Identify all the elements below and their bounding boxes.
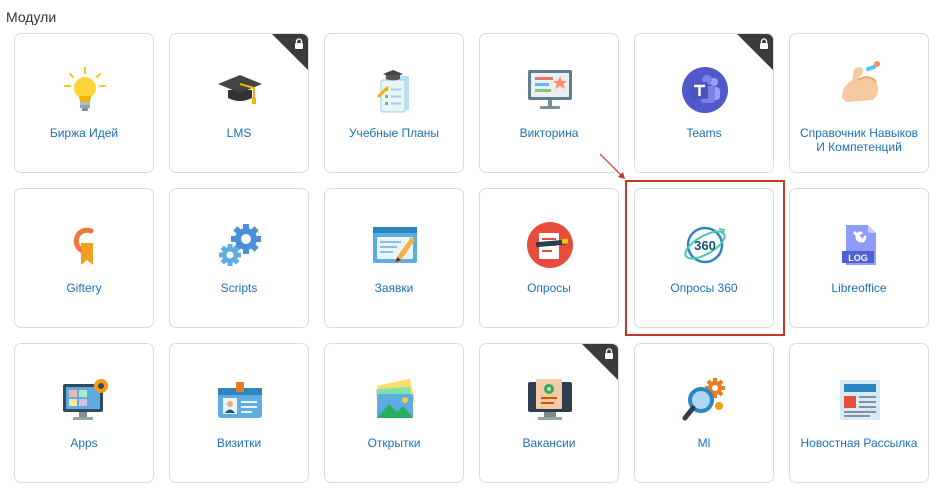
module-label: Опросы [527, 281, 571, 295]
module-label: Заявки [374, 281, 414, 295]
business-card-icon [216, 376, 264, 424]
module-label: Teams [686, 126, 722, 140]
module-tile-vacancies[interactable]: Вакансии [479, 343, 619, 483]
module-label: Libreoffice [831, 281, 887, 295]
section-title: Модули [6, 9, 57, 25]
lock-icon [605, 348, 613, 359]
module-label: Вакансии [522, 436, 576, 450]
gears-icon [216, 221, 264, 269]
module-label: Справочник Навыков И Компетенций [799, 126, 919, 154]
ml-search-icon [681, 376, 729, 424]
module-label: Giftery [66, 281, 102, 295]
lock-icon [295, 38, 303, 49]
svg-text:360: 360 [694, 238, 716, 253]
application-form-icon [371, 221, 419, 269]
study-plan-icon [371, 66, 419, 114]
graduation-cap-icon [216, 66, 264, 114]
module-tile-scripts[interactable]: Scripts [169, 188, 309, 328]
vacancies-icon [526, 376, 574, 424]
module-tile-ml[interactable]: Ml [634, 343, 774, 483]
newsletter-icon [836, 376, 884, 424]
teams-icon [681, 66, 729, 114]
skills-muscle-icon [836, 58, 884, 106]
apps-monitor-icon [61, 376, 109, 424]
module-tile-idea-exchange[interactable]: Биржа Идей [14, 33, 154, 173]
module-tile-lms[interactable]: LMS [169, 33, 309, 173]
module-label: LMS [226, 126, 252, 140]
module-tile-surveys-360[interactable]: 360 Опросы 360 [634, 188, 774, 328]
lightbulb-icon [61, 66, 109, 114]
module-label: Викторина [519, 126, 579, 140]
module-label: Опросы 360 [670, 281, 738, 295]
log-file-icon: LOG [836, 221, 884, 269]
module-tile-apps[interactable]: Apps [14, 343, 154, 483]
module-tile-newsletter[interactable]: Новостная Рассылка [789, 343, 929, 483]
lock-icon [760, 38, 768, 49]
lock-badge [737, 34, 773, 70]
module-label: Визитки [216, 436, 262, 450]
module-label: Новостная Рассылка [800, 436, 918, 450]
module-tile-teams[interactable]: Teams [634, 33, 774, 173]
postcards-icon [371, 376, 419, 424]
module-tile-surveys[interactable]: Опросы [479, 188, 619, 328]
pointer-arrow-icon [599, 153, 625, 179]
modules-grid: Биржа Идей LMS Учебные Планы Викторина T… [14, 33, 929, 483]
module-label: Открытки [367, 436, 421, 450]
module-label: Ml [697, 436, 711, 450]
giftery-icon [61, 221, 109, 269]
module-tile-business-cards[interactable]: Визитки [169, 343, 309, 483]
module-label: Scripts [220, 281, 258, 295]
module-tile-skills-directory[interactable]: Справочник Навыков И Компетенций [789, 33, 929, 173]
module-tile-libreoffice[interactable]: LOG Libreoffice [789, 188, 929, 328]
lock-badge [582, 344, 618, 380]
survey-360-icon: 360 [681, 221, 729, 269]
lock-badge [272, 34, 308, 70]
survey-icon [526, 221, 574, 269]
module-label: Apps [70, 436, 98, 450]
module-tile-applications[interactable]: Заявки [324, 188, 464, 328]
module-tile-giftery[interactable]: Giftery [14, 188, 154, 328]
module-label: Биржа Идей [49, 126, 119, 140]
module-tile-study-plans[interactable]: Учебные Планы [324, 33, 464, 173]
svg-text:LOG: LOG [848, 253, 868, 263]
module-tile-postcards[interactable]: Открытки [324, 343, 464, 483]
module-label: Учебные Планы [348, 126, 440, 140]
quiz-board-icon [526, 66, 574, 114]
